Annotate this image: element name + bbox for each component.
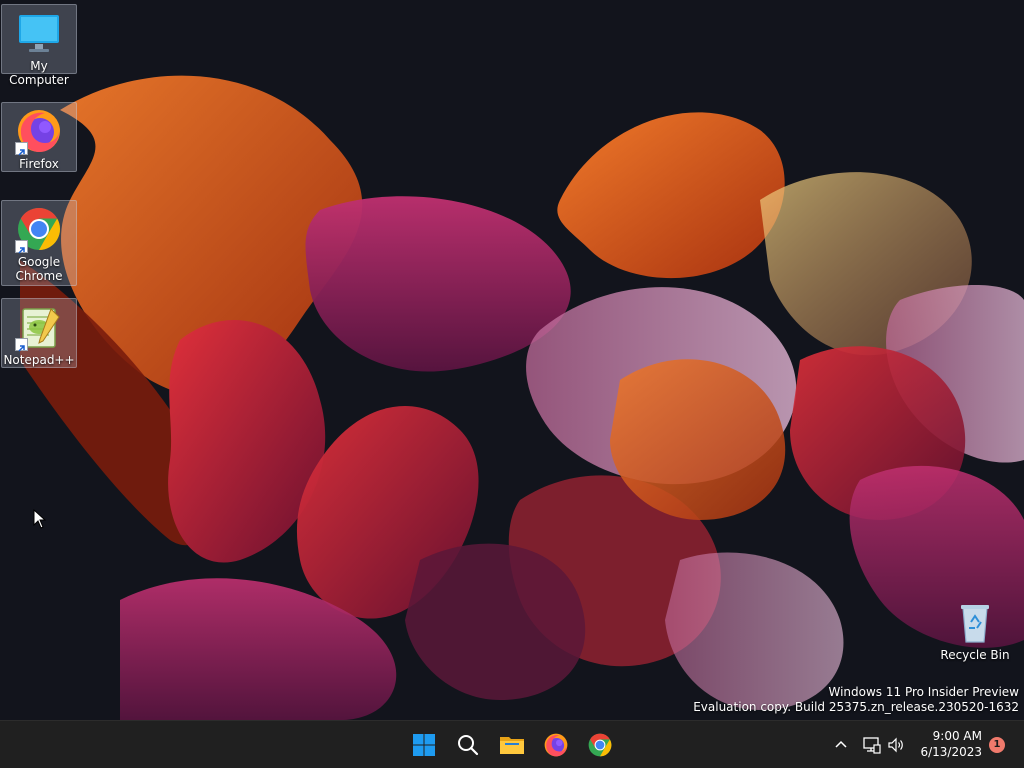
- chrome-icon: [15, 205, 63, 254]
- chrome-icon: [588, 733, 612, 757]
- network-button[interactable]: [862, 735, 882, 755]
- desktop-icon-label: My Computer: [9, 59, 69, 87]
- chevron-up-icon: [835, 740, 847, 748]
- watermark-line-2: Evaluation copy. Build 25375.zn_release.…: [693, 700, 1019, 714]
- mouse-pointer-icon: [33, 509, 47, 529]
- taskbar[interactable]: 9:00 AM 6/13/2023 1: [0, 720, 1024, 768]
- notification-badge[interactable]: 1: [989, 737, 1005, 753]
- evaluation-watermark: Windows 11 Pro Insider Preview Evaluatio…: [693, 685, 1019, 715]
- notepad-plus-plus-icon: [15, 303, 63, 352]
- shortcut-arrow-icon: [15, 338, 28, 352]
- desktop-icon-notepad-plus-plus[interactable]: Notepad++: [1, 298, 77, 368]
- taskbar-start-button[interactable]: [404, 725, 444, 765]
- watermark-line-1: Windows 11 Pro Insider Preview: [828, 685, 1019, 699]
- shortcut-arrow-icon: [15, 240, 28, 254]
- desktop[interactable]: My Computer Firefox Google Chrome Notepa…: [0, 0, 1024, 720]
- recycle-bin-icon: [951, 598, 999, 646]
- taskbar-firefox-button[interactable]: [536, 725, 576, 765]
- firefox-icon: [544, 733, 568, 757]
- wallpaper: [0, 0, 1024, 720]
- desktop-icon-recycle-bin[interactable]: Recycle Bin: [937, 594, 1013, 664]
- windows-start-icon: [413, 734, 435, 756]
- desktop-icon-firefox[interactable]: Firefox: [1, 102, 77, 172]
- desktop-icon-label: Notepad++: [3, 353, 75, 367]
- taskbar-chrome-button[interactable]: [580, 725, 620, 765]
- system-tray: 9:00 AM 6/13/2023 1: [824, 721, 1024, 768]
- speaker-icon: [888, 737, 903, 753]
- network-icon: [863, 737, 881, 754]
- desktop-icon-my-computer[interactable]: My Computer: [1, 4, 77, 87]
- taskbar-search-button[interactable]: [448, 725, 488, 765]
- volume-button[interactable]: [886, 735, 906, 755]
- search-icon: [458, 735, 479, 756]
- show-hidden-icons-button[interactable]: [831, 735, 851, 755]
- folder-icon: [500, 737, 524, 754]
- desktop-icon-label: Recycle Bin: [940, 648, 1010, 662]
- taskbar-file-explorer-button[interactable]: [492, 725, 532, 765]
- desktop-icon-label: Firefox: [19, 157, 59, 171]
- desktop-icon-google-chrome[interactable]: Google Chrome: [1, 200, 77, 286]
- monitor-icon: [15, 9, 63, 57]
- clock-time: 9:00 AM: [932, 729, 982, 743]
- clock-button[interactable]: 9:00 AM 6/13/2023: [920, 728, 982, 760]
- shortcut-arrow-icon: [15, 142, 28, 156]
- clock-date: 6/13/2023: [920, 745, 982, 759]
- firefox-icon: [15, 107, 63, 156]
- desktop-icon-label: Google Chrome: [15, 255, 63, 283]
